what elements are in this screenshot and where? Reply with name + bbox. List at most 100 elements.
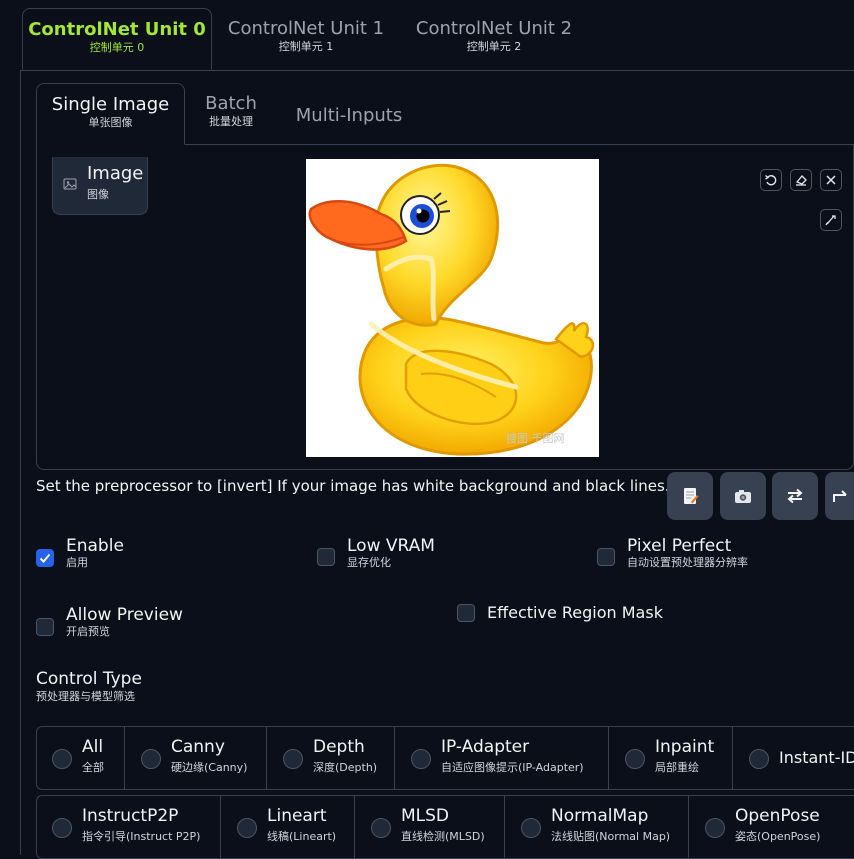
option-label: NormalMap <box>551 806 649 826</box>
pixel-perfect-checkbox[interactable] <box>597 548 615 566</box>
tab-controlnet-unit-2[interactable]: ControlNet Unit 2 控制单元 2 <box>408 8 580 70</box>
tab-controlnet-unit-0[interactable]: ControlNet Unit 0 控制单元 0 <box>22 8 212 70</box>
mirror-webcam-button[interactable] <box>772 472 818 520</box>
new-canvas-button[interactable] <box>667 472 713 520</box>
control-type-depth[interactable]: Depth 深度(Depth) <box>267 727 395 789</box>
radio[interactable] <box>521 818 541 838</box>
radio[interactable] <box>749 749 769 769</box>
checkbox-text: Pixel Perfect <box>627 536 732 556</box>
checkbox-sub: 开启预览 <box>66 625 110 638</box>
radio[interactable] <box>141 749 161 769</box>
tab-sublabel: 批量处理 <box>209 115 253 128</box>
tab-label: Single Image <box>51 94 170 115</box>
checkmark-icon <box>39 553 51 563</box>
tab-single-image[interactable]: Single Image 单张图像 <box>36 83 185 145</box>
radio[interactable] <box>283 749 303 769</box>
option-label: Depth <box>313 737 365 757</box>
option-label: MLSD <box>401 806 450 826</box>
radio[interactable] <box>237 818 257 838</box>
control-type-openpose[interactable]: OpenPose 姿态(OpenPose) <box>689 796 854 858</box>
enable-checkbox[interactable] <box>36 549 54 567</box>
eraser-icon <box>795 175 807 186</box>
radio[interactable] <box>52 818 72 838</box>
rubber-duck-image: 搜图·千图网 <box>308 163 595 456</box>
option-label: Lineart <box>267 806 327 826</box>
radio[interactable] <box>371 818 391 838</box>
option-sub: 深度(Depth) <box>313 761 378 774</box>
option-sub: 姿态(OpenPose) <box>735 830 821 843</box>
radio[interactable] <box>52 749 72 769</box>
arrow-up-right-icon <box>832 490 847 502</box>
effective-region-mask-checkbox[interactable] <box>457 604 475 622</box>
checkbox-sub: 显存优化 <box>347 556 391 569</box>
image-icon <box>63 178 77 190</box>
option-sub: 法线贴图(Normal Map) <box>551 830 671 843</box>
image-label-sub: 图像 <box>87 188 109 201</box>
option-sub: 线稿(Lineart) <box>267 830 337 843</box>
option-sub: 指令引导(Instruct P2P) <box>82 830 201 843</box>
option-sub: 直线检测(MLSD) <box>401 830 485 843</box>
uploaded-image: 搜图·千图网 <box>306 159 599 457</box>
option-sub: 自适应图像提示(IP-Adapter) <box>441 761 584 774</box>
control-type-label: Control Type <box>36 669 142 689</box>
brush-icon <box>825 215 836 226</box>
close-icon <box>826 175 836 185</box>
option-sub: 全部 <box>82 761 104 774</box>
low-vram-checkbox[interactable] <box>317 548 335 566</box>
option-sub: 局部重绘 <box>655 761 699 774</box>
control-type-mlsd[interactable]: MLSD 直线检测(MLSD) <box>355 796 505 858</box>
radio[interactable] <box>411 749 431 769</box>
radio[interactable] <box>625 749 645 769</box>
send-dimensions-button[interactable] <box>825 472 854 520</box>
tab-sublabel: 控制单元 2 <box>466 40 522 53</box>
enable-label[interactable]: Enable 启用 <box>66 536 124 569</box>
preprocessor-hint: Set the preprocessor to [invert] If your… <box>36 477 670 495</box>
pixel-perfect-label[interactable]: Pixel Perfect 自动设置预处理器分辨率 <box>627 536 748 569</box>
control-type-canny[interactable]: Canny 硬边缘(Canny) <box>125 727 267 789</box>
tab-label: ControlNet Unit 1 <box>227 18 385 39</box>
allow-preview-checkbox[interactable] <box>36 618 54 636</box>
option-label: IP-Adapter <box>441 737 530 757</box>
control-type-sub: 预处理器与模型筛选 <box>36 690 135 703</box>
image-watermark: 搜图·千图网 <box>506 431 565 445</box>
tab-batch[interactable]: Batch 批量处理 <box>192 83 270 145</box>
camera-icon <box>735 490 751 503</box>
tab-controlnet-unit-1[interactable]: ControlNet Unit 1 控制单元 1 <box>220 8 392 70</box>
control-type-inpaint[interactable]: Inpaint 局部重绘 <box>609 727 733 789</box>
tab-label: ControlNet Unit 0 <box>28 19 206 40</box>
tab-label: Multi-Inputs <box>295 105 403 126</box>
checkbox-text: Low VRAM <box>347 536 435 556</box>
low-vram-label[interactable]: Low VRAM 显存优化 <box>347 536 435 569</box>
control-type-ip-adapter[interactable]: IP-Adapter 自适应图像提示(IP-Adapter) <box>395 727 609 789</box>
tab-label: ControlNet Unit 2 <box>415 18 573 39</box>
eraser-button[interactable] <box>790 169 812 191</box>
control-type-lineart[interactable]: Lineart 线稿(Lineart) <box>221 796 355 858</box>
control-type-row-1: All 全部 Canny 硬边缘(Canny) Depth 深度(Depth) … <box>36 726 854 790</box>
clear-button[interactable] <box>820 169 842 191</box>
option-label: Instant-ID <box>779 748 854 767</box>
option-label: InstructP2P <box>82 806 179 826</box>
option-label: Canny <box>171 737 225 757</box>
swap-arrows-icon <box>787 488 803 504</box>
webcam-button[interactable] <box>720 472 766 520</box>
option-label: Inpaint <box>655 737 715 757</box>
undo-button[interactable] <box>760 169 782 191</box>
radio[interactable] <box>705 818 725 838</box>
allow-preview-label[interactable]: Allow Preview 开启预览 <box>66 605 183 638</box>
control-type-normalmap[interactable]: NormalMap 法线贴图(Normal Map) <box>505 796 689 858</box>
control-type-all[interactable]: All 全部 <box>37 727 125 789</box>
document-edit-icon <box>684 488 699 504</box>
brush-button[interactable] <box>820 209 842 231</box>
option-label: All <box>82 737 104 757</box>
control-type-row-2: InstructP2P 指令引导(Instruct P2P) Lineart 线… <box>36 795 854 859</box>
control-type-instant-id[interactable]: Instant-ID <box>733 727 854 789</box>
checkbox-text: Enable <box>66 536 124 556</box>
tab-multi-inputs[interactable]: Multi-Inputs <box>288 83 410 145</box>
effective-region-mask-label[interactable]: Effective Region Mask <box>487 603 663 623</box>
tab-sublabel: 控制单元 1 <box>278 40 334 53</box>
checkbox-sub: 自动设置预处理器分辨率 <box>627 556 748 569</box>
checkbox-text: Allow Preview <box>66 605 183 625</box>
control-type-instructp2p[interactable]: InstructP2P 指令引导(Instruct P2P) <box>37 796 221 858</box>
image-label-text: Image <box>87 163 144 184</box>
checkbox-sub: 启用 <box>66 556 88 569</box>
